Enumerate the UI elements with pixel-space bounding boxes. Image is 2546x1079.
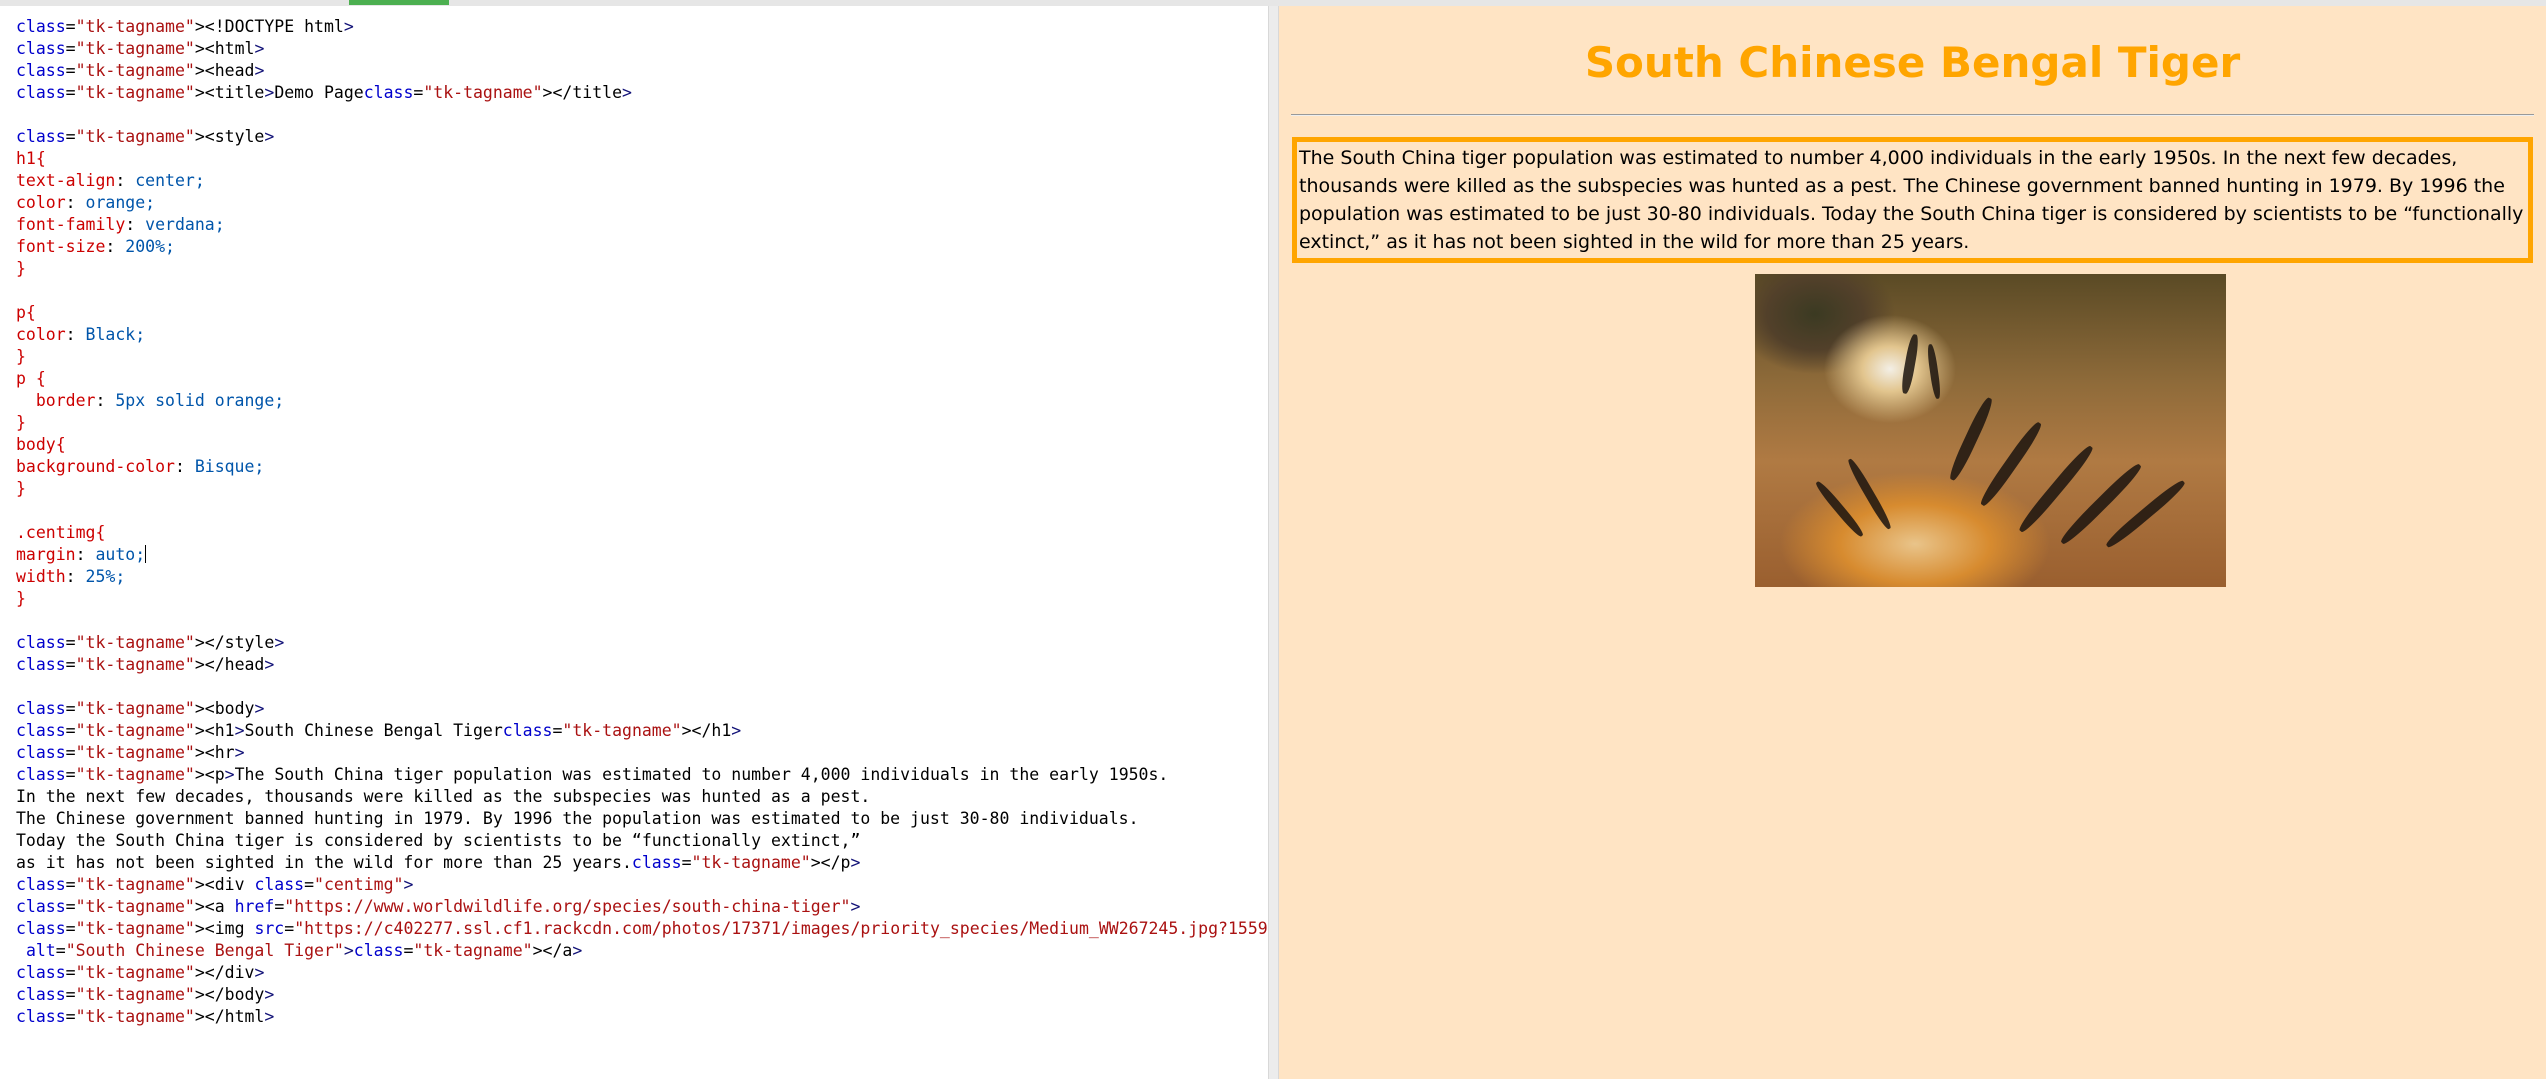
- code-line[interactable]: }: [16, 412, 1268, 434]
- tiger-image[interactable]: [1755, 274, 2226, 587]
- code-line[interactable]: class="tk-tagname"><head>: [16, 60, 1268, 82]
- code-editor[interactable]: class="tk-tagname"><!DOCTYPE html> class=…: [0, 6, 1268, 1028]
- code-line[interactable]: [16, 280, 1268, 302]
- code-line[interactable]: font-family: verdana;: [16, 214, 1268, 236]
- editor-app: class="tk-tagname"><!DOCTYPE html> class=…: [0, 0, 2546, 1079]
- code-line[interactable]: }: [16, 346, 1268, 368]
- code-line[interactable]: font-size: 200%;: [16, 236, 1268, 258]
- tiger-stripe: [1899, 333, 1921, 395]
- code-line[interactable]: margin: auto;: [16, 544, 1268, 566]
- code-line[interactable]: class="tk-tagname"></div>: [16, 962, 1268, 984]
- code-line[interactable]: class="tk-tagname"></head>: [16, 654, 1268, 676]
- tiger-image-link[interactable]: [1755, 274, 2226, 587]
- code-line[interactable]: class="tk-tagname"><p>The South China ti…: [16, 764, 1268, 786]
- code-line[interactable]: class="tk-tagname"></html>: [16, 1006, 1268, 1028]
- code-line[interactable]: class="tk-tagname"><a href="https://www.…: [16, 896, 1268, 918]
- code-line[interactable]: class="tk-tagname"><!DOCTYPE html>: [16, 16, 1268, 38]
- text-caret: [145, 545, 147, 563]
- code-line[interactable]: [16, 500, 1268, 522]
- tiger-stripe: [1926, 343, 1942, 400]
- code-line[interactable]: class="tk-tagname"><body>: [16, 698, 1268, 720]
- code-line[interactable]: class="tk-tagname"><div class="centimg">: [16, 874, 1268, 896]
- code-line[interactable]: color: Black;: [16, 324, 1268, 346]
- code-line[interactable]: class="tk-tagname"></style>: [16, 632, 1268, 654]
- code-line[interactable]: text-align: center;: [16, 170, 1268, 192]
- code-line[interactable]: class="tk-tagname"><img src="https://c40…: [16, 918, 1268, 940]
- tiger-stripe: [1946, 395, 1996, 483]
- code-line[interactable]: border: 5px solid orange;: [16, 390, 1268, 412]
- code-line[interactable]: class="tk-tagname"><hr>: [16, 742, 1268, 764]
- pane-splitter[interactable]: [1268, 6, 1279, 1079]
- code-line[interactable]: width: 25%;: [16, 566, 1268, 588]
- code-line[interactable]: }: [16, 258, 1268, 280]
- tiger-stripe: [1813, 479, 1866, 539]
- tiger-stripe: [1977, 419, 2045, 509]
- live-preview-pane: South Chinese Bengal Tiger The South Chi…: [1279, 6, 2546, 1079]
- code-line[interactable]: class="tk-tagname"><html>: [16, 38, 1268, 60]
- code-line[interactable]: h1{: [16, 148, 1268, 170]
- code-line[interactable]: }: [16, 478, 1268, 500]
- code-line[interactable]: background-color: Bisque;: [16, 456, 1268, 478]
- code-line[interactable]: In the next few decades, thousands were …: [16, 786, 1268, 808]
- code-line[interactable]: alt="South Chinese Bengal Tiger">class="…: [16, 940, 1268, 962]
- code-line[interactable]: class="tk-tagname"></body>: [16, 984, 1268, 1006]
- preview-heading: South Chinese Bengal Tiger: [1584, 38, 2241, 87]
- code-line[interactable]: class="tk-tagname"><h1>South Chinese Ben…: [16, 720, 1268, 742]
- code-line[interactable]: class="tk-tagname"><style>: [16, 126, 1268, 148]
- code-line[interactable]: The Chinese government banned hunting in…: [16, 808, 1268, 830]
- code-line[interactable]: p{: [16, 302, 1268, 324]
- code-line[interactable]: .centimg{: [16, 522, 1268, 544]
- code-line[interactable]: class="tk-tagname"><title>Demo Pageclass…: [16, 82, 1268, 104]
- code-editor-pane[interactable]: class="tk-tagname"><!DOCTYPE html> class=…: [0, 6, 1268, 1079]
- code-line[interactable]: [16, 610, 1268, 632]
- code-line[interactable]: Today the South China tiger is considere…: [16, 830, 1268, 852]
- code-line[interactable]: }: [16, 588, 1268, 610]
- preview-horizontal-rule: [1291, 114, 2534, 116]
- code-line[interactable]: p {: [16, 368, 1268, 390]
- code-line[interactable]: color: orange;: [16, 192, 1268, 214]
- code-line[interactable]: [16, 104, 1268, 126]
- preview-paragraph: The South China tiger population was est…: [1292, 137, 2533, 263]
- code-line[interactable]: as it has not been sighted in the wild f…: [16, 852, 1268, 874]
- code-line[interactable]: [16, 676, 1268, 698]
- active-tab-indicator[interactable]: [349, 0, 449, 5]
- code-line[interactable]: body{: [16, 434, 1268, 456]
